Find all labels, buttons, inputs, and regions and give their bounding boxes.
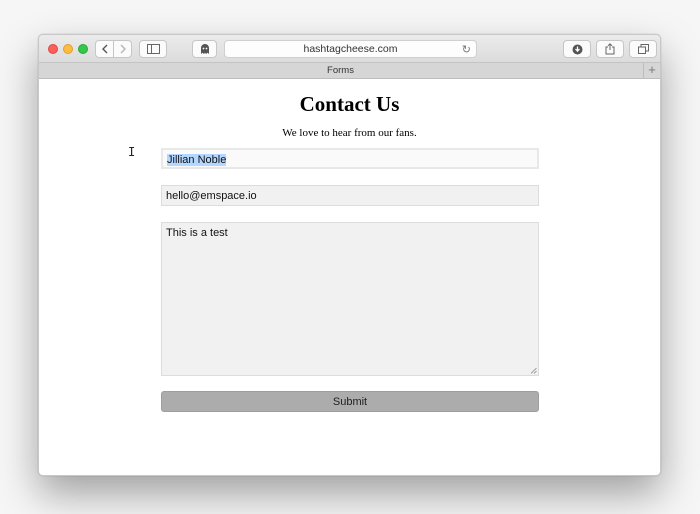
tab-bar: Forms + bbox=[39, 63, 660, 79]
plus-icon[interactable]: + bbox=[643, 63, 660, 78]
sidebar-button[interactable] bbox=[139, 40, 167, 58]
download-icon bbox=[572, 44, 582, 54]
maximize-window-button[interactable] bbox=[78, 44, 88, 54]
page-content: Contact Us We love to hear from our fans… bbox=[39, 80, 660, 475]
message-field[interactable]: This is a test bbox=[161, 222, 539, 376]
email-field-value: hello@emspace.io bbox=[166, 190, 257, 202]
show-tabs-button[interactable] bbox=[629, 40, 657, 58]
downloads-button[interactable] bbox=[563, 40, 591, 58]
back-button[interactable] bbox=[95, 40, 114, 58]
submit-button[interactable]: Submit bbox=[161, 391, 539, 412]
email-field[interactable]: hello@emspace.io bbox=[161, 185, 539, 206]
reload-icon[interactable]: ↻ bbox=[462, 43, 471, 56]
message-field-value: This is a test bbox=[166, 227, 228, 239]
chevron-left-icon bbox=[101, 44, 107, 54]
address-bar[interactable]: hashtagcheese.com ↻ bbox=[224, 40, 477, 58]
ghost-icon bbox=[200, 43, 209, 54]
chevron-right-icon bbox=[120, 44, 126, 54]
extension-button[interactable] bbox=[192, 40, 217, 58]
page-subtitle: We love to hear from our fans. bbox=[282, 127, 417, 139]
close-window-button[interactable] bbox=[48, 44, 58, 54]
tabs-icon bbox=[637, 44, 649, 54]
name-field[interactable]: Jillian Noble bbox=[161, 148, 539, 169]
submit-button-label: Submit bbox=[332, 395, 368, 408]
sidebar-icon bbox=[146, 44, 160, 54]
share-button[interactable] bbox=[596, 40, 624, 58]
tab-forms[interactable]: Forms bbox=[39, 65, 642, 76]
browser-toolbar: hashtagcheese.com ↻ bbox=[39, 35, 660, 63]
forward-button[interactable] bbox=[113, 40, 132, 58]
browser-window: hashtagcheese.com ↻ Forms + Contact Us W… bbox=[38, 34, 661, 476]
share-icon bbox=[605, 43, 615, 55]
text-cursor-icon: I bbox=[128, 145, 136, 159]
name-field-value: Jillian Noble bbox=[167, 154, 227, 166]
address-text: hashtagcheese.com bbox=[303, 43, 398, 55]
minimize-window-button[interactable] bbox=[63, 44, 73, 54]
page-title: Contact Us bbox=[299, 92, 400, 116]
resize-handle-icon[interactable] bbox=[530, 367, 537, 374]
